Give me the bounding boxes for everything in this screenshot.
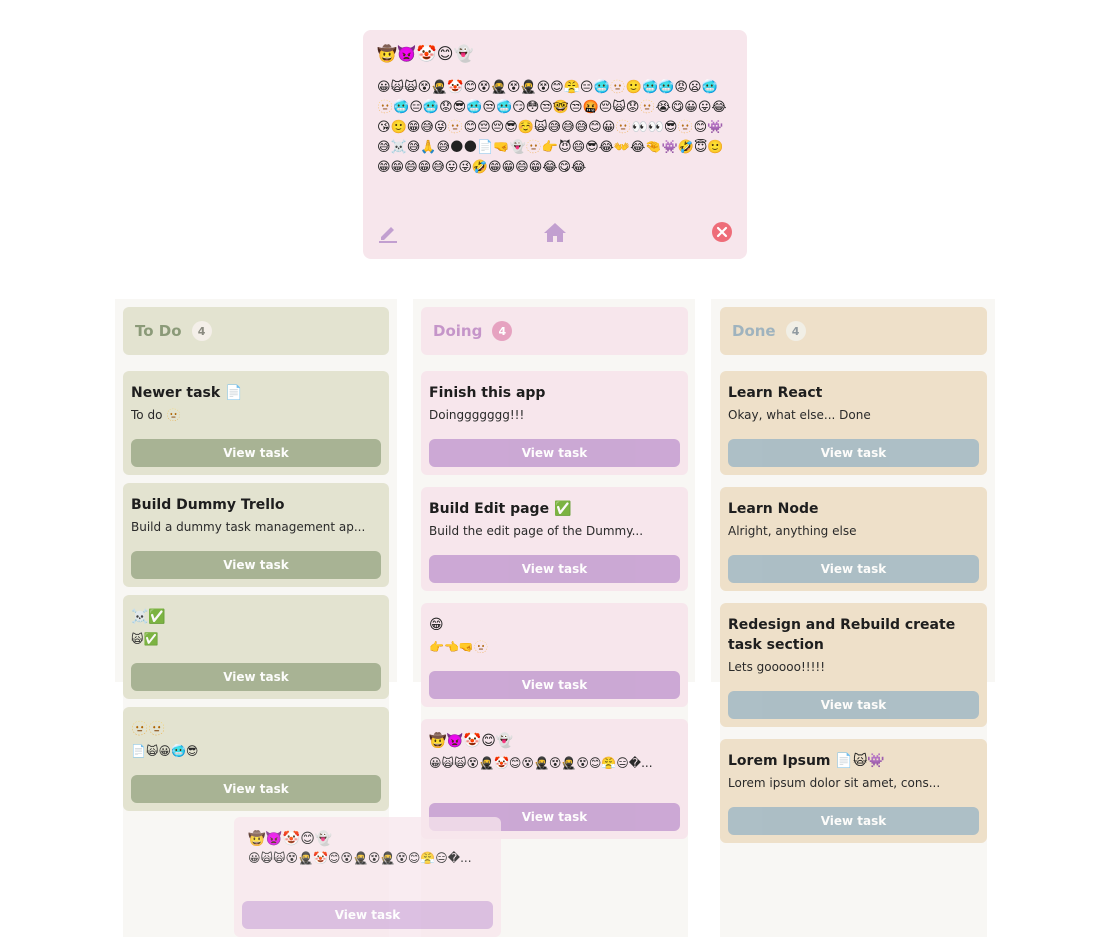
count-badge: 4 bbox=[492, 321, 513, 341]
column-title: Done bbox=[732, 322, 776, 340]
view-task-button[interactable]: View task bbox=[131, 663, 381, 691]
task-description: 😀🙀🙀😵🥷🤡😊😵🥷😵🥷😵😊😤😑�... bbox=[429, 756, 653, 770]
task-title: Redesign and Rebuild create task section bbox=[728, 617, 956, 653]
task-card[interactable]: Learn React Okay, what else... Done View… bbox=[720, 371, 987, 475]
home-icon[interactable] bbox=[543, 221, 567, 247]
view-task-button[interactable]: View task bbox=[131, 551, 381, 579]
count-badge: 4 bbox=[191, 321, 212, 341]
view-task-button[interactable]: View task bbox=[728, 807, 979, 835]
view-task-button[interactable]: View task bbox=[728, 439, 979, 467]
task-description: Build the edit page of the Dummy... bbox=[429, 524, 644, 538]
task-description: 👉👈🤜🫥 bbox=[429, 640, 489, 654]
column-title: Doing bbox=[433, 322, 483, 340]
task-title: Learn React bbox=[728, 385, 823, 401]
view-task-button[interactable]: View task bbox=[242, 901, 493, 929]
column-header-doing: Doing 4 bbox=[421, 307, 688, 355]
view-task-button[interactable]: View task bbox=[429, 439, 680, 467]
task-title: Lorem Ipsum 📄🙀👾 bbox=[728, 753, 885, 769]
task-description: 📄🙀😀🥶😎 bbox=[131, 744, 199, 758]
modal-actions bbox=[363, 221, 747, 245]
task-card[interactable]: 🫥🫥 📄🙀😀🥶😎 View task bbox=[123, 707, 389, 811]
task-card[interactable]: Build Edit page ✅ Build the edit page of… bbox=[421, 487, 688, 591]
task-description: Lorem ipsum dolor sit amet, cons... bbox=[728, 776, 941, 790]
task-title: Newer task 📄 bbox=[131, 385, 243, 401]
task-modal: 🤠👿🤡😊👻 😀🙀🙀😵🥷🤡😊😵🥷😵🥷😵😊😤😑🥶🫥🙂🥶🥶😡😦🥶🫥🥶😑🥶😟😎🥶😒🥶😏😳… bbox=[363, 30, 747, 259]
modal-description: 😀🙀🙀😵🥷🤡😊😵🥷😵🥷😵😊😤😑🥶🫥🙂🥶🥶😡😦🥶🫥🥶😑🥶😟😎🥶😒🥶😏😳😒🤓😒🤬😔🙀… bbox=[377, 80, 727, 175]
view-task-button[interactable]: View task bbox=[728, 555, 979, 583]
modal-title: 🤠👿🤡😊👻 bbox=[377, 44, 474, 63]
task-title: 🤠👿🤡😊👻 bbox=[429, 733, 514, 749]
task-title: Build Edit page ✅ bbox=[429, 501, 572, 517]
view-task-button[interactable]: View task bbox=[131, 775, 381, 803]
view-task-button[interactable]: View task bbox=[429, 555, 680, 583]
view-task-button[interactable]: View task bbox=[131, 439, 381, 467]
task-title: 🤠👿🤡😊👻 bbox=[248, 831, 333, 847]
close-circle-icon[interactable] bbox=[711, 221, 733, 247]
count-badge: 4 bbox=[785, 321, 806, 341]
view-task-button[interactable]: View task bbox=[728, 691, 979, 719]
task-card[interactable]: Learn Node Alright, anything else View t… bbox=[720, 487, 987, 591]
task-title: 😁 bbox=[429, 617, 444, 633]
task-card[interactable]: Finish this app Doinggggggg!!! View task bbox=[421, 371, 688, 475]
dragging-task-card[interactable]: 🤠👿🤡😊👻 😀🙀🙀😵🥷🤡😊😵🥷😵🥷😵😊😤😑�... View task bbox=[234, 817, 501, 937]
pencil-icon[interactable] bbox=[377, 221, 399, 247]
task-description: Okay, what else... Done bbox=[728, 408, 871, 422]
task-description: Lets gooooo!!!!! bbox=[728, 660, 826, 674]
column-header-todo: To Do 4 bbox=[123, 307, 389, 355]
column-header-done: Done 4 bbox=[720, 307, 987, 355]
task-title: Finish this app bbox=[429, 385, 546, 401]
task-card[interactable]: Lorem Ipsum 📄🙀👾 Lorem ipsum dolor sit am… bbox=[720, 739, 987, 843]
task-card[interactable]: 😁 👉👈🤜🫥 View task bbox=[421, 603, 688, 707]
task-description: Build a dummy task management ap... bbox=[131, 520, 366, 534]
task-card[interactable]: Newer task 📄 To do 🫥 View task bbox=[123, 371, 389, 475]
task-description: To do 🫥 bbox=[131, 408, 182, 422]
task-description: Alright, anything else bbox=[728, 524, 857, 538]
task-card[interactable]: Redesign and Rebuild create task section… bbox=[720, 603, 987, 727]
task-title: Build Dummy Trello bbox=[131, 497, 285, 513]
task-card[interactable]: Build Dummy Trello Build a dummy task ma… bbox=[123, 483, 389, 587]
task-title: Learn Node bbox=[728, 501, 819, 517]
task-description: 😀🙀🙀😵🥷🤡😊😵🥷😵🥷😵😊😤😑�... bbox=[248, 851, 472, 865]
task-card[interactable]: ☠️✅ 🙀✅ View task bbox=[123, 595, 389, 699]
task-title: 🫥🫥 bbox=[131, 721, 166, 737]
task-description: 🙀✅ bbox=[131, 632, 159, 646]
task-description: Doinggggggg!!! bbox=[429, 408, 525, 422]
view-task-button[interactable]: View task bbox=[429, 671, 680, 699]
column-title: To Do bbox=[135, 322, 182, 340]
task-title: ☠️✅ bbox=[131, 609, 166, 625]
